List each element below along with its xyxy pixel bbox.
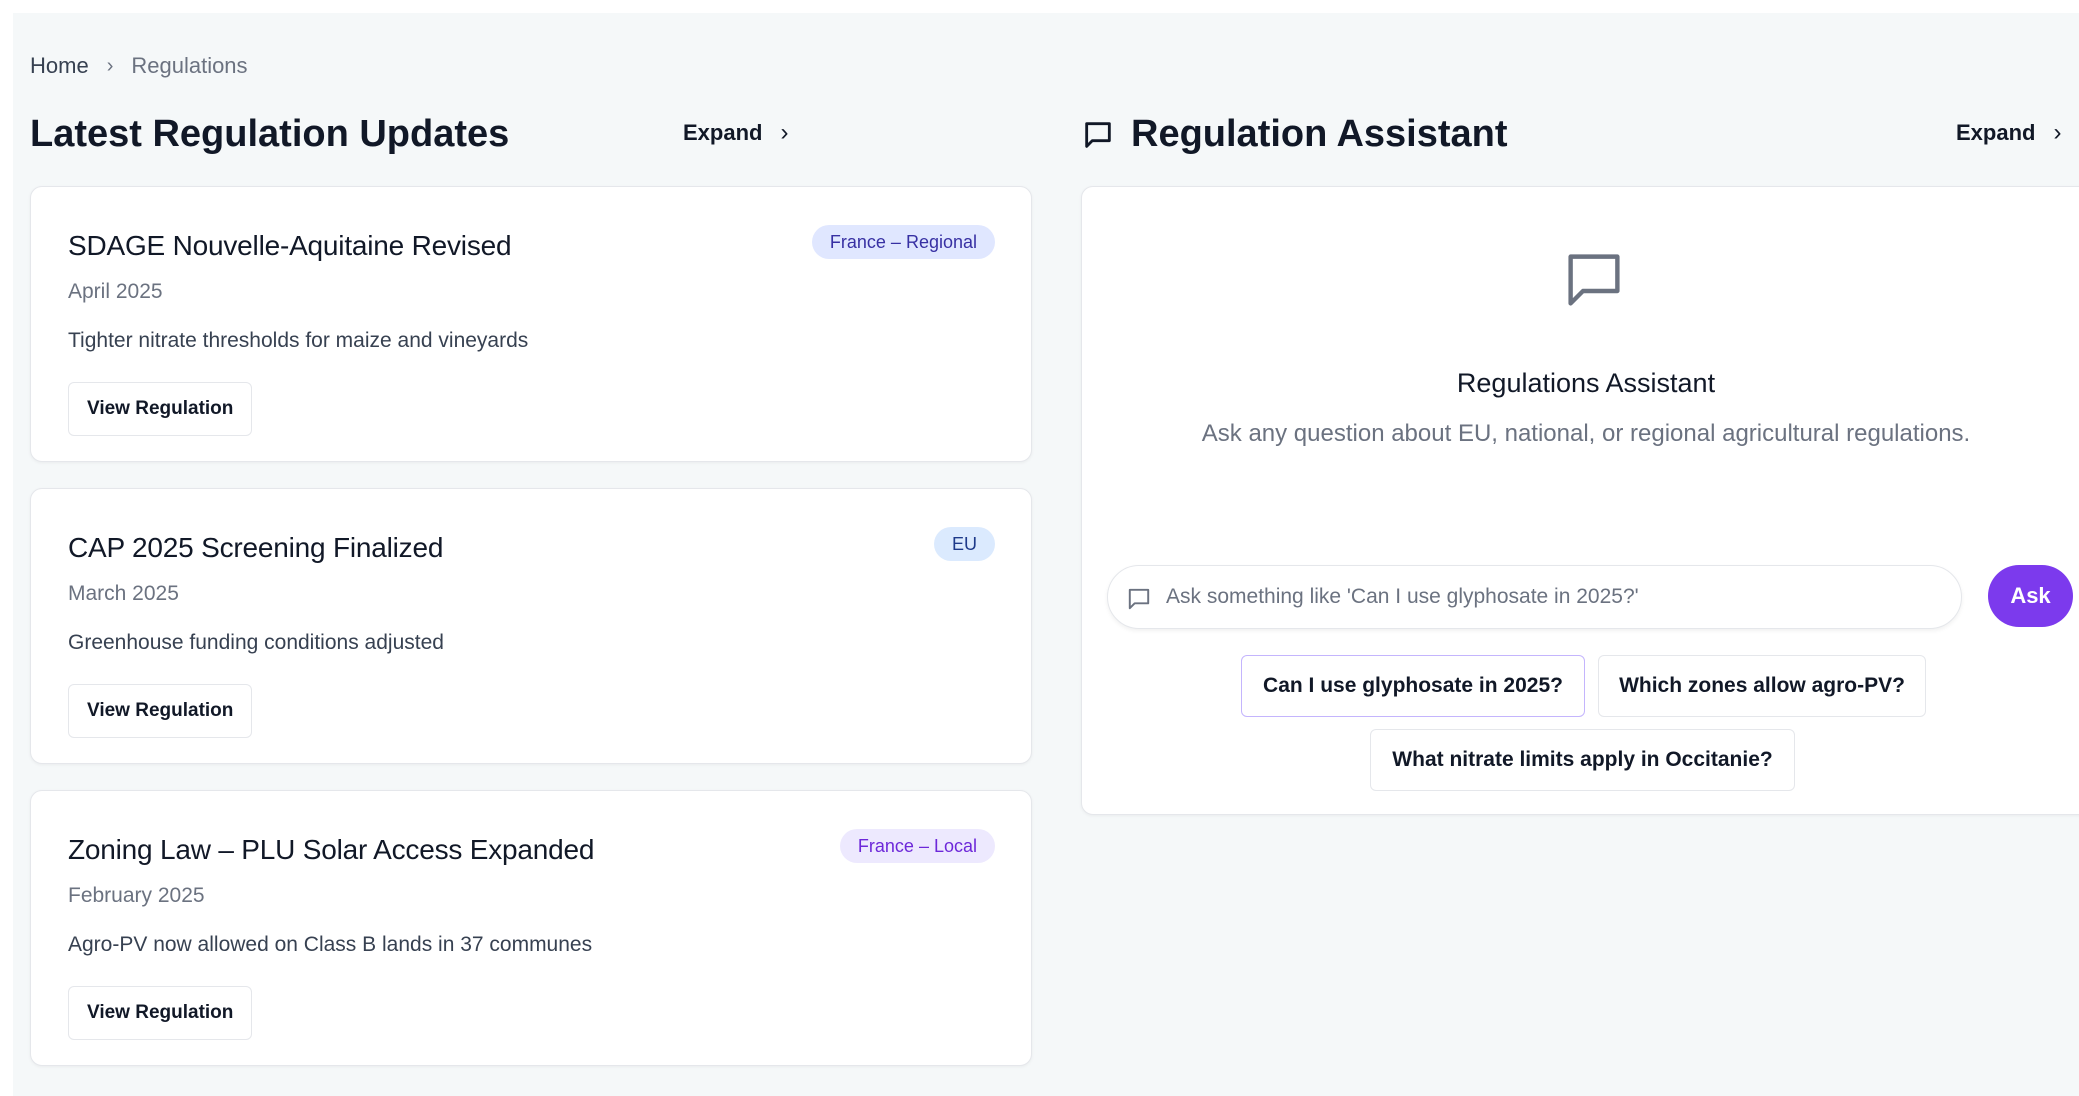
updates-expand-button[interactable]: Expand ›	[683, 119, 788, 147]
regulation-description: Agro-PV now allowed on Class B lands in …	[68, 933, 593, 956]
regulation-title: Zoning Law – PLU Solar Access Expanded	[68, 834, 595, 865]
regulation-title: SDAGE Nouvelle-Aquitaine Revised	[68, 230, 512, 261]
breadcrumb-current: Regulations	[131, 53, 248, 78]
regulation-description: Tighter nitrate thresholds for maize and…	[68, 329, 529, 352]
suggestion-chip[interactable]: Can I use glyphosate in 2025?	[1241, 655, 1585, 717]
view-regulation-button[interactable]: View Regulation	[68, 986, 253, 1040]
expand-label: Expand	[683, 120, 763, 145]
ask-input[interactable]	[1166, 566, 1946, 628]
chevron-right-icon: ›	[106, 54, 114, 77]
app-root: Home › Regulations Latest Regulation Upd…	[13, 13, 2079, 1096]
regulation-card: Zoning Law – PLU Solar Access Expanded F…	[30, 790, 1032, 1066]
ask-button[interactable]: Ask	[1988, 565, 2073, 627]
chat-bubble-icon	[1568, 254, 1620, 306]
regulation-date: March 2025	[68, 582, 179, 605]
assistant-subheading: Ask any question about EU, national, or …	[1201, 420, 1971, 447]
assistant-expand-button[interactable]: Expand ›	[1956, 119, 2061, 147]
breadcrumb-home-link[interactable]: Home	[30, 53, 89, 79]
regulation-card: CAP 2025 Screening Finalized EU March 20…	[30, 488, 1032, 764]
assistant-title-text: Regulation Assistant	[1131, 113, 1508, 155]
regulation-description: Greenhouse funding conditions adjusted	[68, 631, 444, 654]
view-regulation-button[interactable]: View Regulation	[68, 684, 253, 738]
regulation-title: CAP 2025 Screening Finalized	[68, 532, 444, 563]
assistant-card: Regulations Assistant Ask any question a…	[1081, 186, 2079, 815]
assistant-title: Regulation Assistant	[1081, 113, 1508, 156]
suggestion-chip[interactable]: What nitrate limits apply in Occitanie?	[1370, 729, 1795, 791]
breadcrumb: Home › Regulations	[30, 53, 248, 79]
ask-input-container	[1107, 565, 1962, 629]
scope-badge: France – Regional	[811, 225, 995, 259]
updates-title: Latest Regulation Updates	[30, 113, 510, 155]
suggestion-chip[interactable]: Which zones allow agro-PV?	[1598, 655, 1926, 717]
assistant-heading: Regulations Assistant	[1456, 368, 1716, 398]
chevron-right-icon: ›	[2053, 119, 2062, 146]
scope-badge: EU	[933, 527, 995, 561]
chat-bubble-icon	[1128, 588, 1150, 610]
expand-label: Expand	[1956, 120, 2036, 145]
regulation-date: April 2025	[68, 280, 163, 303]
scope-badge: France – Local	[839, 829, 995, 863]
chat-bubble-icon	[1085, 121, 1111, 148]
regulation-date: February 2025	[68, 884, 205, 907]
regulation-card: SDAGE Nouvelle-Aquitaine Revised France …	[30, 186, 1032, 462]
chevron-right-icon: ›	[780, 119, 789, 146]
view-regulation-button[interactable]: View Regulation	[68, 382, 253, 436]
